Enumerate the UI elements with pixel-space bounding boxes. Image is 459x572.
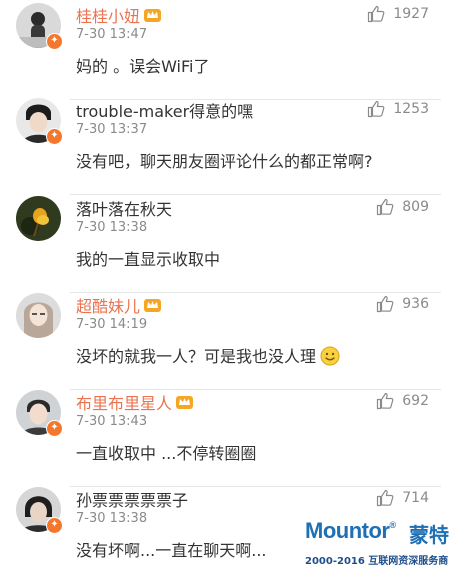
vip-crown-icon bbox=[144, 8, 162, 23]
username[interactable]: 布里布里星人 bbox=[76, 390, 172, 414]
like-button[interactable]: 1253 bbox=[367, 98, 429, 120]
username[interactable]: 孙票票票票票子 bbox=[76, 487, 188, 511]
like-count: 1927 bbox=[393, 6, 429, 22]
username[interactable]: 超酷妹儿 bbox=[76, 293, 140, 317]
comment-time: 7-30 14:19 bbox=[76, 317, 148, 332]
verified-badge-icon: ✦ bbox=[46, 128, 63, 145]
like-count: 714 bbox=[402, 490, 429, 506]
like-button[interactable]: 809 bbox=[376, 196, 429, 218]
comment-time: 7-30 13:47 bbox=[76, 27, 148, 42]
comment-item: ✦ 布里布里星人 7-30 13:43 一直收取中 ...不停转圈圈 692 bbox=[0, 390, 459, 487]
avatar[interactable] bbox=[16, 196, 61, 241]
verified-badge-icon: ✦ bbox=[46, 33, 63, 50]
username[interactable]: trouble-maker得意的嘿 bbox=[76, 98, 253, 122]
watermark-reg-mark: ® bbox=[389, 520, 396, 530]
comment-text: 没有坏啊...一直在聊天啊... bbox=[76, 541, 267, 560]
comment-time: 7-30 13:37 bbox=[76, 122, 148, 137]
thumbs-up-icon bbox=[377, 392, 394, 410]
watermark-brand: Mountor bbox=[305, 518, 390, 543]
like-button[interactable]: 714 bbox=[376, 487, 429, 509]
comment-text: 妈的 。误会WiFi了 bbox=[76, 57, 210, 76]
comment-item: ✦ trouble-maker得意的嘿 7-30 13:37 没有吧，聊天朋友圈… bbox=[0, 98, 459, 195]
thumbs-up-icon bbox=[377, 489, 394, 507]
comment-item: 落叶落在秋天 7-30 13:38 我的一直显示收取中 809 bbox=[0, 196, 459, 293]
like-count: 1253 bbox=[393, 101, 429, 117]
username[interactable]: 落叶落在秋天 bbox=[76, 196, 172, 220]
avatar[interactable] bbox=[16, 293, 61, 338]
comment-text: 没坏的就我一人？可是我也没人理 bbox=[76, 347, 317, 366]
verified-badge-icon: ✦ bbox=[46, 517, 63, 534]
vip-crown-icon bbox=[176, 395, 194, 410]
comment-item: 超酷妹儿 7-30 14:19 没坏的就我一人？可是我也没人理 936 bbox=[0, 293, 459, 390]
thumbs-up-icon bbox=[377, 198, 394, 216]
avatar[interactable]: ✦ bbox=[16, 3, 63, 50]
like-button[interactable]: 692 bbox=[376, 390, 429, 412]
thumbs-up-icon bbox=[377, 295, 394, 313]
avatar[interactable]: ✦ bbox=[16, 98, 63, 145]
like-count: 809 bbox=[402, 199, 429, 215]
comment-time: 7-30 13:38 bbox=[76, 511, 148, 526]
thumbs-up-icon bbox=[368, 5, 385, 23]
like-button[interactable]: 1927 bbox=[367, 3, 429, 25]
thumbs-up-icon bbox=[368, 100, 385, 118]
username[interactable]: 桂桂小妞 bbox=[76, 3, 140, 27]
comment-text: 一直收取中 ...不停转圈圈 bbox=[76, 444, 257, 463]
like-count: 692 bbox=[402, 393, 429, 409]
watermark-logo: Mountor® 蒙特 2000-2016 互联网资深服务商 bbox=[301, 518, 457, 570]
comment-text: 我的一直显示收取中 bbox=[76, 250, 221, 269]
comment-text: 没有吧，聊天朋友圈评论什么的都正常啊? bbox=[76, 152, 373, 171]
smiley-emoji-icon bbox=[320, 346, 340, 366]
like-count: 936 bbox=[402, 296, 429, 312]
comment-time: 7-30 13:38 bbox=[76, 220, 148, 235]
watermark-tagline: 2000-2016 互联网资深服务商 bbox=[305, 556, 449, 567]
vip-crown-icon bbox=[144, 298, 162, 313]
like-button[interactable]: 936 bbox=[376, 293, 429, 315]
comment-item: ✦ 桂桂小妞 7-30 13:47 妈的 。误会WiFi了 1927 bbox=[0, 3, 459, 100]
avatar[interactable]: ✦ bbox=[16, 487, 63, 534]
verified-badge-icon: ✦ bbox=[46, 420, 63, 437]
watermark-brand-cn: 蒙特 bbox=[409, 523, 449, 547]
comment-time: 7-30 13:43 bbox=[76, 414, 148, 429]
avatar[interactable]: ✦ bbox=[16, 390, 63, 437]
